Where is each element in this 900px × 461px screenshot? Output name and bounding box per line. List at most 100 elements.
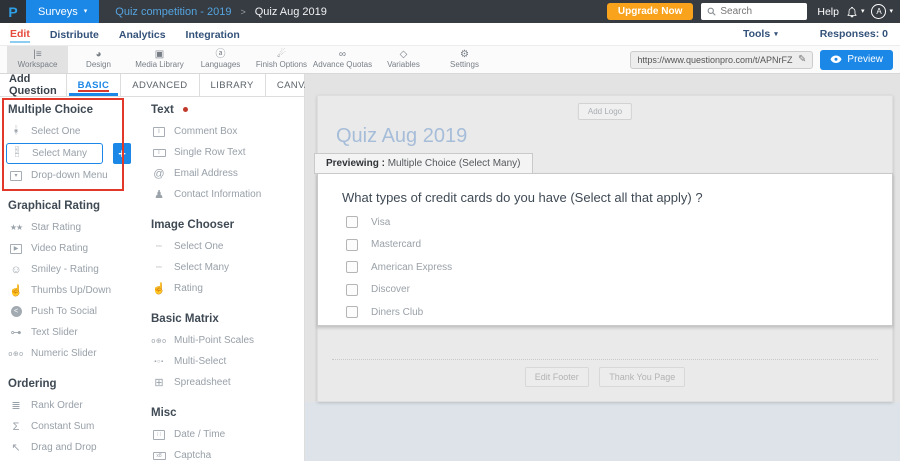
surveys-label: Surveys [38,5,78,18]
toolbar-workspace[interactable]: |≡ Workspace [7,46,68,73]
question-type-drag-and-drop[interactable]: ↖ Drag and Drop [6,437,131,458]
toolbar-settings[interactable]: ⚙ Settings [434,46,495,73]
toolbar-media-library[interactable]: ▣ Media Library [129,46,190,73]
question-type-star-rating[interactable]: ★★ Star Rating [6,217,131,238]
survey-url: https://www.questionpro.com/t/APNrFZ [637,54,793,65]
upgrade-now-button[interactable]: Upgrade Now [606,3,694,20]
question-type-text-slider[interactable]: ⊶ Text Slider [6,322,131,343]
toolbar-variables[interactable]: ◇ Variables [373,46,434,73]
tab-library[interactable]: LIBRARY [198,74,265,96]
section-title-text: Text [151,104,304,116]
thank-you-page-button[interactable]: Thank You Page [599,367,686,387]
app-logo[interactable]: P [0,0,26,23]
breadcrumb-parent[interactable]: Quiz competition - 2019 [115,6,231,18]
question-type-comment-box[interactable]: I Comment Box [149,121,304,142]
notifications-menu[interactable]: ▾ [846,0,865,23]
question-type-constant-sum[interactable]: Σ Constant Sum [6,416,131,437]
question-type-contact-information[interactable]: ♟ Contact Information [149,184,304,205]
question-type-date-time[interactable]: ∷ Date / Time [149,424,304,445]
edit-pencil-icon[interactable]: ✎ [798,54,806,65]
survey-url-field[interactable]: https://www.questionpro.com/t/APNrFZ ✎ [630,50,814,69]
question-type-label: Smiley - Rating [31,264,99,275]
checkbox[interactable] [346,261,358,274]
menu-distribute[interactable]: Distribute [50,27,99,41]
palette-icon: ◕ [95,49,102,60]
tab-basic[interactable]: BASIC [65,74,121,96]
thumb-icon: ☝ [152,283,166,295]
question-type-thumbs-up-down[interactable]: ☝ Thumbs Up/Down [6,280,131,301]
add-select-many-button[interactable]: + [113,143,131,164]
question-type-captcha[interactable]: x8 Captcha [149,445,304,461]
question-type-label: Rank Order [31,400,83,411]
option-row: Visa [346,211,892,234]
toolbar-design[interactable]: ◕ Design [68,46,129,73]
question-type-image-rating[interactable]: ☝ Rating [149,278,304,299]
slider-icon: ⊶ [10,327,22,339]
question-type-push-to-social[interactable]: < Push To Social [6,301,131,322]
account-menu[interactable]: A ▾ [871,0,893,23]
chevron-down-icon: ▾ [774,30,778,38]
toolbar-label: Finish Options [255,60,308,69]
question-type-email-address[interactable]: @ Email Address [149,163,304,184]
question-type-label: Push To Social [31,306,97,317]
section-title-ordering: Ordering [8,378,57,390]
tab-label: BASIC [77,79,110,91]
question-type-select-many[interactable]: ☑ ☑ ☐ Select Many + [6,142,131,165]
question-type-label: Comment Box [174,126,238,137]
responses-count[interactable]: Responses: 0 [820,28,888,40]
toolbar-label: Settings [450,60,479,69]
question-type-image-select-one[interactable]: ▫▫ Select One [149,236,304,257]
surveys-menu[interactable]: Surveys ▾ [26,0,100,23]
question-type-smiley-rating[interactable]: ☺ Smiley - Rating [6,259,131,280]
question-type-video-rating[interactable]: ▶ Video Rating [6,238,131,259]
add-logo-button[interactable]: Add Logo [577,103,633,120]
thumb-icon: ☝ [9,285,23,297]
checkbox[interactable] [346,216,358,229]
option-row: Diners Club [346,301,892,324]
smiley-icon: ☺ [10,263,22,276]
menu-edit[interactable]: Edit [10,26,30,43]
question-type-label: Thumbs Up/Down [31,285,112,296]
question-type-select-one[interactable]: ○ ◉ ○ Select One [6,121,131,142]
question-type-label: Spreadsheet [174,377,231,388]
toolbar-label: Workspace [17,60,58,69]
question-type-spreadsheet[interactable]: ⊞ Spreadsheet [149,372,304,393]
select-many-highlight[interactable]: ☑ ☑ ☐ Select Many [6,143,103,164]
search-input[interactable] [720,6,801,17]
checkbox[interactable] [346,283,358,296]
checkbox-stack-icon: ☑ ☑ ☐ [14,146,20,160]
question-type-dropdown-menu[interactable]: ▾ Drop-down Menu [6,165,131,186]
question-type-image-select-many[interactable]: ▫▫ Select Many [149,257,304,278]
toolbar-finish-options[interactable]: ☄ Finish Options [251,46,312,73]
menu-integration[interactable]: Integration [186,27,240,41]
checkbox[interactable] [346,306,358,319]
tab-advanced[interactable]: ADVANCED [120,74,198,96]
chevron-down-icon: ▾ [860,8,865,15]
option-row: American Express [346,256,892,279]
survey-title[interactable]: Quiz Aug 2019 [336,125,467,148]
checkbox[interactable] [346,238,358,251]
menu-analytics[interactable]: Analytics [119,27,166,41]
question-type-rank-order[interactable]: ≣ Rank Order [6,395,131,416]
help-link[interactable]: Help [817,6,839,18]
add-question-panel: Add Question BASIC ADVANCED LIBRARY CANV… [0,73,337,461]
topbar: P Surveys ▾ Quiz competition - 2019 > Qu… [0,0,900,23]
section-title-image-chooser: Image Chooser [151,219,235,231]
question-type-label: Captcha [174,450,212,461]
toolbar-advance-quotas[interactable]: ∞ Advance Quotas [312,46,373,73]
edit-footer-button[interactable]: Edit Footer [524,367,589,387]
tools-menu[interactable]: Tools ▾ [743,28,778,40]
toolbar-label: Media Library [135,60,184,69]
question-type-numeric-slider[interactable]: o⊕o Numeric Slider [6,343,131,364]
calendar-icon: ∷ [153,429,165,440]
previewing-status: Previewing : Multiple Choice (Select Man… [314,153,533,174]
question-type-multi-point-scales[interactable]: o⊕o Multi-Point Scales [149,330,304,351]
preview-button[interactable]: Preview [820,49,893,70]
language-icon: ⓐ [215,49,226,60]
question-type-multi-select[interactable]: ▪○▪ Multi-Select [149,351,304,372]
multi-select-icon: ▪○▪ [154,358,164,365]
sigma-icon: Σ [12,420,20,433]
question-type-single-row-text[interactable]: I Single Row Text [149,142,304,163]
global-search[interactable] [701,3,808,20]
toolbar-languages[interactable]: ⓐ Languages [190,46,251,73]
